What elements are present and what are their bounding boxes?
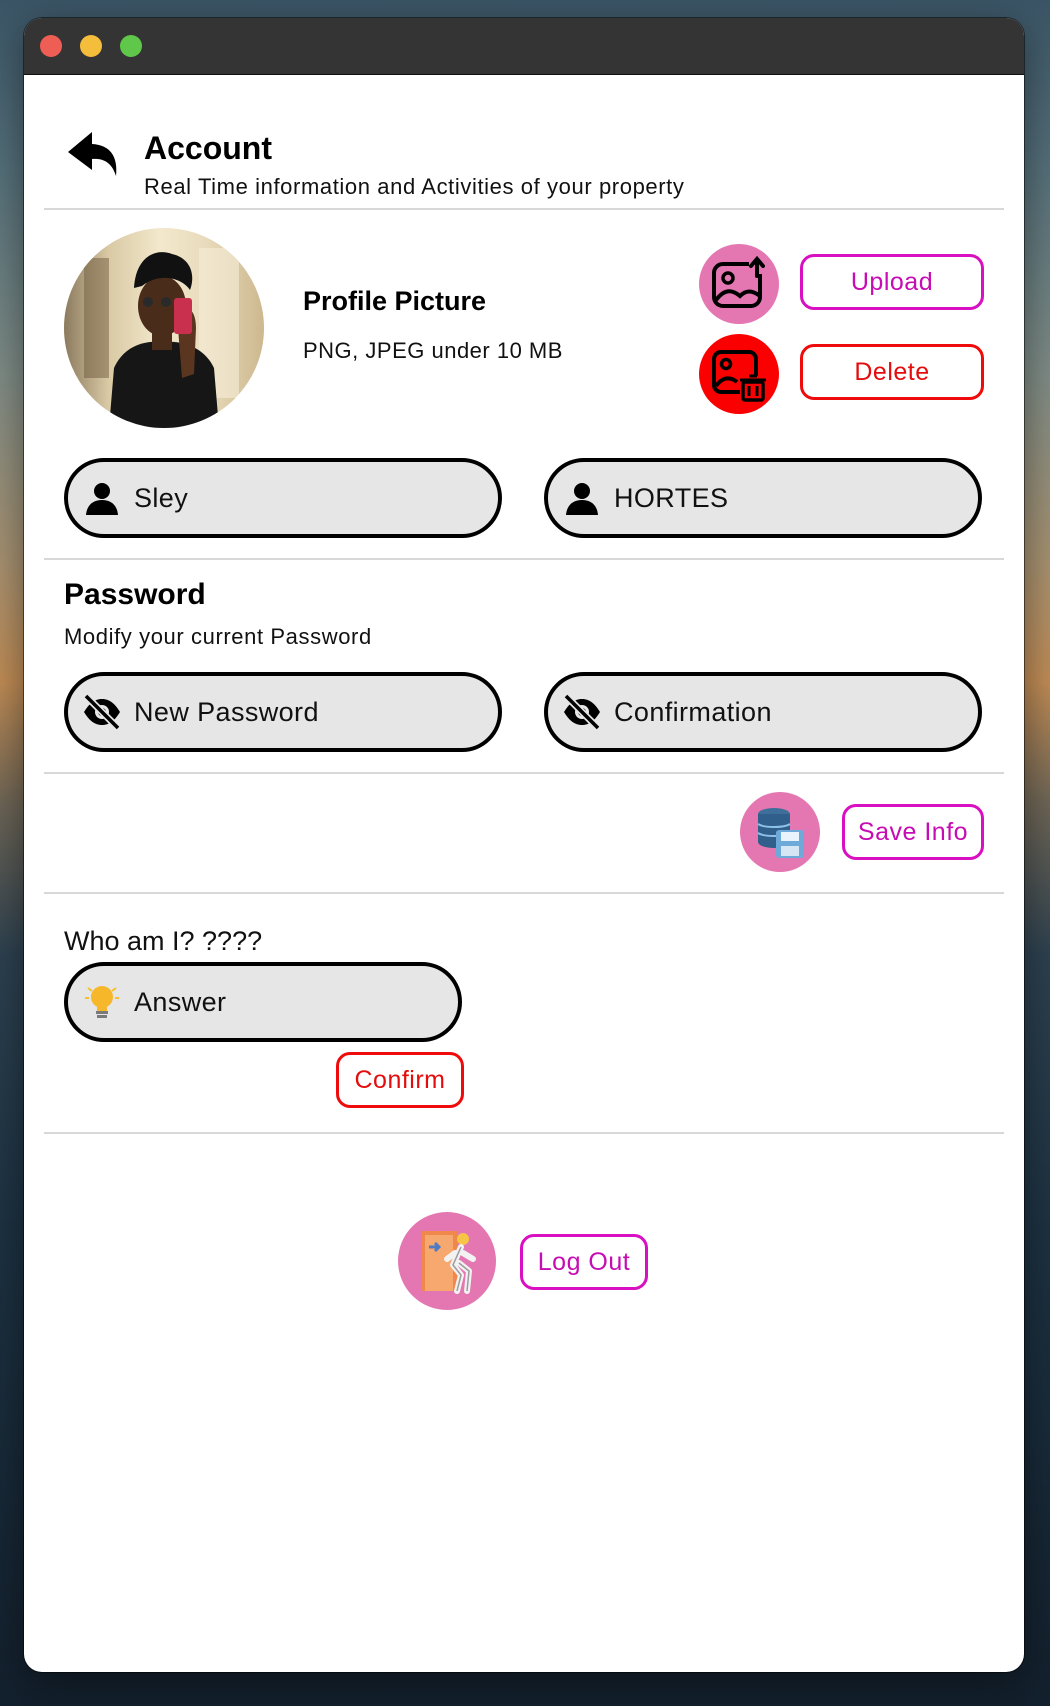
save-divider (44, 892, 1004, 894)
close-window-button[interactable] (40, 35, 62, 57)
header-divider (44, 208, 1004, 210)
maximize-window-button[interactable] (120, 35, 142, 57)
names-divider (44, 558, 1004, 560)
confirm-password-placeholder: Confirmation (614, 696, 772, 727)
security-question: Who am I? ???? (64, 926, 263, 956)
profile-avatar (64, 228, 264, 428)
logout-button[interactable]: Log Out (520, 1234, 648, 1290)
lightbulb-icon (82, 982, 122, 1022)
image-delete-icon[interactable] (699, 334, 779, 414)
image-upload-icon[interactable] (699, 244, 779, 324)
page-subtitle: Real Time information and Activities of … (144, 174, 685, 199)
title-bar (24, 18, 1024, 75)
confirm-answer-button[interactable]: Confirm (336, 1052, 464, 1108)
security-answer-placeholder: Answer (134, 986, 227, 1017)
new-password-placeholder: New Password (134, 696, 319, 727)
user-icon (82, 478, 122, 518)
security-answer-field[interactable]: Answer (64, 962, 462, 1042)
user-icon (562, 478, 602, 518)
page-title: Account (144, 130, 272, 166)
first-name-value: Sley (134, 482, 189, 513)
database-save-icon[interactable] (740, 792, 820, 872)
question-divider (44, 1132, 1004, 1134)
eye-slash-icon[interactable] (562, 692, 602, 732)
profile-picture-requirements: PNG, JPEG under 10 MB (303, 338, 563, 363)
save-info-button[interactable]: Save Info (842, 804, 984, 860)
confirm-password-field[interactable]: Confirmation (544, 672, 982, 752)
new-password-field[interactable]: New Password (64, 672, 502, 752)
password-section-title: Password (64, 578, 206, 611)
profile-picture-title: Profile Picture (303, 286, 487, 316)
upload-button[interactable]: Upload (800, 254, 984, 310)
password-section-subtitle: Modify your current Password (64, 624, 372, 649)
last-name-field[interactable]: HORTES (544, 458, 982, 538)
exit-door-icon[interactable] (398, 1212, 496, 1310)
delete-button[interactable]: Delete (800, 344, 984, 400)
account-window: Account Real Time information and Activi… (24, 18, 1024, 1672)
eye-slash-icon[interactable] (82, 692, 122, 732)
last-name-value: HORTES (614, 482, 729, 513)
first-name-field[interactable]: Sley (64, 458, 502, 538)
back-arrow-icon[interactable] (66, 126, 122, 182)
minimize-window-button[interactable] (80, 35, 102, 57)
password-divider (44, 772, 1004, 774)
